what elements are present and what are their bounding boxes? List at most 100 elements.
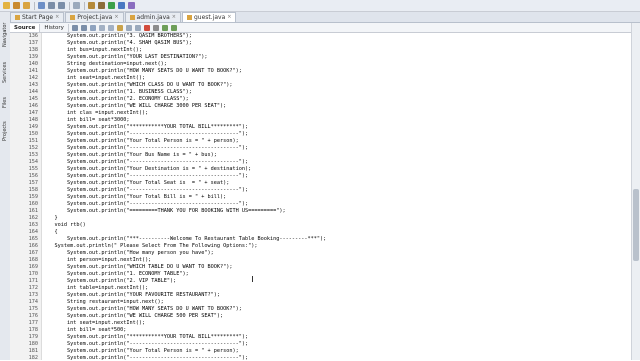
code-line[interactable]: System.out.println("--------------------… — [42, 187, 248, 194]
clean-build-icon[interactable] — [98, 2, 105, 9]
code-line[interactable]: System.out.println("***********YOUR TOTA… — [42, 124, 248, 131]
code-line[interactable]: System.out.println("--------------------… — [42, 173, 248, 180]
code-line[interactable]: System.out.println("YOUR LAST DESTINATIO… — [42, 54, 208, 61]
profile-icon[interactable] — [128, 2, 135, 9]
code-line[interactable]: System.out.println("WHICH TABLE DO U WAN… — [42, 264, 233, 271]
code-line[interactable]: System.out.println(" Please Select From … — [42, 243, 257, 250]
side-panel-tab[interactable]: Navigator — [0, 16, 10, 54]
code-line[interactable]: { — [42, 229, 57, 236]
code-line[interactable]: System.out.println("--------------------… — [42, 159, 248, 166]
code-line[interactable]: System.out.println("HOW MANY SEATS DO U … — [42, 306, 242, 313]
find-previous-icon[interactable] — [98, 24, 105, 31]
code-line[interactable]: System.out.println("--------------------… — [42, 145, 248, 152]
code-line[interactable]: System.out.println("3. QASIM BROTHERS"); — [42, 33, 192, 40]
side-panel-tab[interactable]: Services — [0, 56, 10, 88]
stop-macro-icon[interactable] — [152, 24, 159, 31]
side-panel-tab[interactable]: Projects — [0, 118, 10, 144]
new-file-icon[interactable] — [3, 2, 10, 9]
code-line[interactable]: String restaurant=input.next(); — [42, 299, 164, 306]
start-macro-icon[interactable] — [143, 24, 150, 31]
line-number: 165 — [28, 236, 38, 242]
open-project-icon[interactable] — [23, 2, 30, 9]
build-icon[interactable] — [88, 2, 95, 9]
toolbar-separator — [69, 1, 70, 10]
code-line[interactable]: System.out.println("=========THANK YOU F… — [42, 208, 286, 215]
code-line[interactable]: int seat=input.nextInt(); — [42, 320, 145, 327]
code-line[interactable]: System.out.println("How many person you … — [42, 250, 214, 257]
code-line[interactable]: System.out.println("Your Total Person is… — [42, 348, 239, 355]
line-number: 156 — [28, 173, 38, 179]
side-panel-tab[interactable]: Files — [0, 90, 10, 116]
code-line[interactable]: System.out.println("1. BUSINESS CLASS"); — [42, 89, 192, 96]
debug-icon[interactable] — [118, 2, 125, 9]
code-line[interactable]: System.out.println("--------------------… — [42, 341, 248, 348]
code-line[interactable]: System.out.println("--------------------… — [42, 131, 248, 138]
code-line[interactable]: System.out.println("Your Bus Name is = "… — [42, 152, 217, 159]
code-line[interactable]: System.out.println("WE WILL CHARGE 3000 … — [42, 103, 226, 110]
code-line[interactable]: String destination=input.next(); — [42, 61, 167, 68]
code-line[interactable]: int person=input.nextInt(); — [42, 257, 151, 264]
tab-history[interactable]: History — [40, 23, 69, 32]
close-icon[interactable]: × — [114, 13, 118, 22]
code-line[interactable]: int bill= seat*3000; — [42, 117, 129, 124]
file-tab[interactable]: guest.java × — [182, 12, 237, 22]
file-tab[interactable]: Project.java × — [65, 12, 124, 22]
code-line[interactable]: void rtb() — [42, 222, 85, 229]
code-line[interactable]: System.out.println("WE WILL CHARGE 500 P… — [42, 313, 223, 320]
code-line[interactable]: System.out.println("4. SHAH QASIM BUS"); — [42, 40, 192, 47]
code-line[interactable]: int bill= seat*500; — [42, 327, 126, 334]
back-icon[interactable] — [71, 24, 78, 31]
line-number: 144 — [28, 89, 38, 95]
vertical-scrollbar[interactable] — [631, 23, 640, 360]
run-icon[interactable] — [108, 2, 115, 9]
close-icon[interactable]: × — [55, 13, 59, 22]
line-number: 146 — [28, 103, 38, 109]
undo-icon[interactable] — [48, 2, 55, 9]
code-line[interactable]: System.out.println("HOW MANY SEATS DO U … — [42, 68, 242, 75]
code-line[interactable]: System.out.println("2. ECONOMY CLASS"); — [42, 96, 189, 103]
code-line[interactable]: } — [42, 215, 57, 222]
tab-source[interactable]: Source — [10, 23, 41, 32]
code-line[interactable]: System.out.println("***----------Welcome… — [42, 236, 326, 243]
code-line[interactable]: System.out.println("2. VIP TABLE"); — [42, 278, 176, 285]
code-line[interactable]: System.out.println("--------------------… — [42, 201, 248, 208]
file-tab[interactable]: Start Page × — [10, 12, 65, 22]
line-number: 169 — [28, 264, 38, 270]
code-editor[interactable]: System.out.println("3. QASIM BROTHERS");… — [42, 33, 632, 360]
scrollbar-thumb[interactable] — [633, 189, 639, 261]
code-line[interactable]: System.out.println("Your Total Person is… — [42, 138, 239, 145]
forward-icon[interactable] — [80, 24, 87, 31]
line-number: 147 — [28, 110, 38, 116]
code-line[interactable]: System.out.println("1. ECONOMY TABLE"); — [42, 271, 189, 278]
line-number: 180 — [28, 341, 38, 347]
code-line[interactable]: int table=input.nextInt(); — [42, 285, 148, 292]
code-line[interactable]: System.out.println("--------------------… — [42, 355, 248, 360]
line-number: 155 — [28, 166, 38, 172]
redo-icon[interactable] — [58, 2, 65, 9]
toggle-highlight-icon[interactable] — [116, 24, 123, 31]
shift-right-icon[interactable] — [134, 24, 141, 31]
code-line[interactable]: System.out.println("YOUR FAVOURITE RESTA… — [42, 292, 220, 299]
file-tab[interactable]: admin.java × — [124, 12, 181, 22]
code-line[interactable]: int bus=input.nextInt(); — [42, 47, 142, 54]
config-dropdown-icon[interactable] — [73, 2, 80, 9]
code-line[interactable]: System.out.println("Your Total Bill is =… — [42, 194, 226, 201]
find-icon[interactable] — [89, 24, 96, 31]
editor-toolbar: Source History — [10, 23, 632, 33]
comment-icon[interactable] — [161, 24, 168, 31]
line-number: 150 — [28, 131, 38, 137]
save-all-icon[interactable] — [38, 2, 45, 9]
shift-left-icon[interactable] — [125, 24, 132, 31]
code-line[interactable]: System.out.println("WHICH CLASS DO U WAN… — [42, 82, 233, 89]
new-project-icon[interactable] — [13, 2, 20, 9]
find-next-icon[interactable] — [107, 24, 114, 31]
close-icon[interactable]: × — [172, 13, 176, 22]
code-line[interactable]: int seat=input.nextInt(); — [42, 75, 145, 82]
line-number: 163 — [28, 222, 38, 228]
code-line[interactable]: System.out.println("Your Destination is … — [42, 166, 251, 173]
code-line[interactable]: System.out.println("Your Total Seat is =… — [42, 180, 229, 187]
close-icon[interactable]: × — [227, 13, 231, 22]
code-line[interactable]: int clas =input.nextInt(); — [42, 110, 148, 117]
uncomment-icon[interactable] — [170, 24, 177, 31]
code-line[interactable]: System.out.println("***********YOUR TOTA… — [42, 334, 248, 341]
